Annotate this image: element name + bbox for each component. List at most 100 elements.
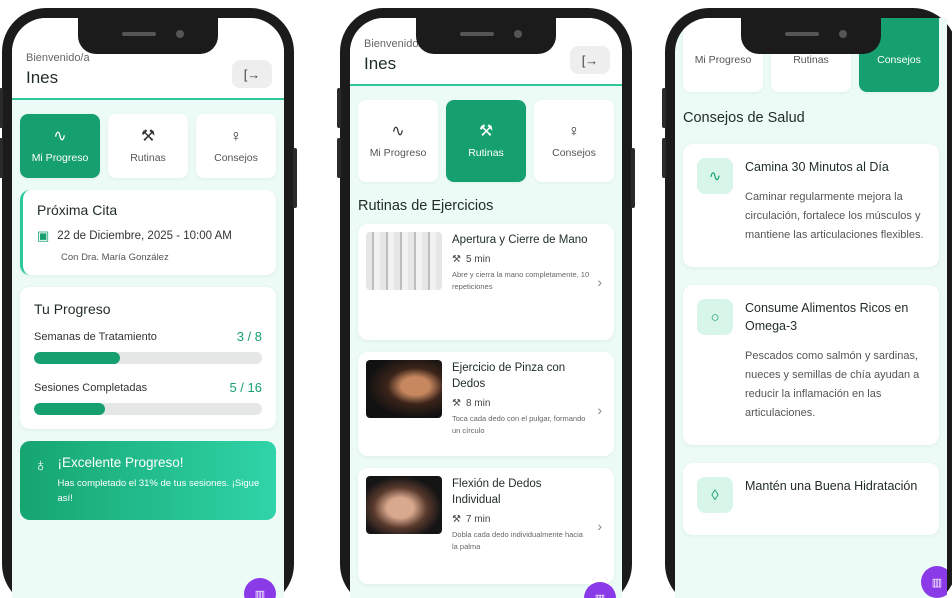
tip-card: ∿ Camina 30 Minutos al Día Caminar regul… — [683, 144, 939, 267]
progress-bar — [34, 403, 262, 415]
dumbbell-icon: ⚒ — [452, 398, 461, 409]
progress-card: Tu Progreso Semanas de Tratamiento 3 / 8… — [20, 287, 276, 429]
routine-description: Abre y cierra la mano completamente, 10 … — [452, 270, 590, 291]
routine-thumbnail — [366, 360, 442, 418]
progress-title: Tu Progreso — [34, 301, 111, 317]
tab-consejos[interactable]: ♀ Consejos — [534, 100, 614, 182]
phone-progress: Bienvenido/a Ines [→ ∿ Mi Progreso ⚒ Rut… — [0, 8, 297, 598]
mockup-stage: Bienvenido/a Ines [→ ∿ Mi Progreso ⚒ Rut… — [0, 0, 952, 598]
routine-duration-row: ⚒ 8 min — [452, 398, 590, 409]
floating-action-button[interactable]: ▥ — [244, 578, 276, 598]
tip-name: Camina 30 Minutos al Día — [745, 160, 889, 174]
section-title: Consejos de Salud — [683, 110, 805, 126]
routine-description: Toca cada dedo con el pulgar, formando u… — [452, 414, 586, 435]
logout-icon: [→ — [243, 66, 261, 82]
tip-description: Caminar regularmente mejora la circulaci… — [745, 191, 924, 241]
activity-icon: ∿ — [391, 123, 405, 140]
map-icon: ▥ — [254, 588, 266, 598]
tab-rutinas[interactable]: ⚒ Rutinas — [446, 100, 526, 182]
tab-label: Rutinas — [130, 152, 166, 164]
chevron-right-icon: › — [597, 274, 602, 290]
tip-card: ◊ Mantén una Buena Hidratación — [683, 463, 939, 535]
phone-notch — [416, 18, 556, 54]
tab-label: Mi Progreso — [31, 152, 89, 164]
tab-consejos[interactable]: ♀ Consejos — [196, 114, 276, 178]
routine-card[interactable]: Apertura y Cierre de Mano ⚒ 5 min Abre y … — [358, 224, 614, 340]
dumbbell-icon: ⚒ — [140, 128, 156, 145]
tab-label: Mi Progreso — [694, 54, 752, 66]
floating-action-button[interactable]: ▥ — [921, 566, 947, 598]
phone-tips: Mi Progreso Rutinas Consejos Consejos de… — [662, 8, 952, 598]
apple-icon: ○ — [697, 299, 733, 335]
tab-label: Consejos — [214, 152, 258, 164]
dumbbell-icon: ⚒ — [478, 123, 494, 140]
routine-duration: 7 min — [465, 514, 491, 525]
tab-bar: ∿ Mi Progreso ⚒ Rutinas ♀ Consejos — [350, 86, 622, 194]
lightbulb-icon: ♀ — [568, 123, 580, 140]
phone-screen: Bienvenido/a Ines [→ ∿ Mi Progreso ⚒ Rut… — [12, 18, 284, 598]
activity-icon: ∿ — [53, 128, 67, 145]
routine-name: Ejercicio de Pinza con Dedos — [452, 362, 566, 390]
droplets-icon: ◊ — [697, 477, 733, 513]
phone-routines: Bienvenido/a Ines [→ ∿ Mi Progreso ⚒ Rut… — [337, 8, 635, 598]
appointment-date: 22 de Diciembre, 2025 - 10:00 AM — [57, 230, 232, 242]
banner-text: Has completado el 31% de tus sesiones. ¡… — [57, 478, 260, 504]
section-title: Rutinas de Ejercicios — [358, 198, 494, 214]
progress-bar-fill — [34, 352, 120, 364]
logout-button[interactable]: [→ — [232, 60, 272, 88]
map-icon: ▥ — [931, 576, 943, 589]
routine-duration-row: ⚒ 7 min — [452, 514, 590, 525]
routine-thumbnail — [366, 232, 442, 290]
tab-label: Consejos — [552, 147, 596, 159]
phone-screen: Mi Progreso Rutinas Consejos Consejos de… — [675, 18, 947, 598]
routine-duration-row: ⚒ 5 min — [452, 254, 590, 265]
logout-icon: [→ — [581, 52, 599, 68]
routine-name: Flexión de Dedos Individual — [452, 478, 542, 506]
tip-name: Mantén una Buena Hidratación — [745, 479, 918, 493]
chevron-right-icon: › — [597, 402, 602, 418]
tab-mi-progreso[interactable]: ∿ Mi Progreso — [20, 114, 100, 178]
dumbbell-icon: ⚒ — [452, 254, 461, 265]
banner-title: ¡Excelente Progreso! — [57, 455, 184, 470]
routine-duration: 8 min — [465, 398, 491, 409]
tip-name: Consume Alimentos Ricos en Omega-3 — [745, 301, 909, 333]
tab-label: Rutinas — [793, 54, 829, 66]
progress-value: 3 / 8 — [236, 329, 262, 344]
logout-button[interactable]: [→ — [570, 46, 610, 74]
award-icon: ♁ — [34, 455, 48, 475]
routine-name: Apertura y Cierre de Mano — [452, 234, 588, 246]
achievement-banner: ♁ ¡Excelente Progreso! Has completado el… — [20, 441, 276, 520]
routine-card[interactable]: Ejercicio de Pinza con Dedos ⚒ 8 min Toca… — [358, 352, 614, 456]
progress-bar-fill — [34, 403, 106, 415]
tab-mi-progreso[interactable]: ∿ Mi Progreso — [358, 100, 438, 182]
phone-screen: Bienvenido/a Ines [→ ∿ Mi Progreso ⚒ Rut… — [350, 18, 622, 598]
tab-bar: ∿ Mi Progreso ⚒ Rutinas ♀ Consejos — [12, 100, 284, 190]
progress-label: Sesiones Completadas — [34, 381, 148, 394]
progress-value: 5 / 16 — [229, 380, 262, 395]
tab-rutinas[interactable]: ⚒ Rutinas — [108, 114, 188, 178]
phone-notch — [78, 18, 218, 54]
tab-label: Mi Progreso — [369, 147, 427, 159]
dumbbell-icon: ⚒ — [452, 514, 461, 525]
progress-row: Sesiones Completadas 5 / 16 — [34, 380, 262, 395]
appointment-card: Próxima Cita ▣ 22 de Diciembre, 2025 - 1… — [20, 190, 276, 275]
routine-thumbnail — [366, 476, 442, 534]
routine-card[interactable]: Flexión de Dedos Individual ⚒ 7 min Dobla… — [358, 468, 614, 584]
progress-row: Semanas de Tratamiento 3 / 8 — [34, 329, 262, 344]
appointment-doctor: Con Dra. María González — [61, 252, 169, 263]
progress-bar — [34, 352, 262, 364]
chevron-right-icon: › — [597, 518, 602, 534]
tip-card: ○ Consume Alimentos Ricos en Omega-3 Pes… — [683, 285, 939, 445]
tab-label: Consejos — [877, 54, 921, 66]
activity-icon: ∿ — [697, 158, 733, 194]
appointment-title: Próxima Cita — [37, 202, 118, 218]
phone-notch — [741, 18, 881, 54]
routine-duration: 5 min — [465, 254, 491, 265]
progress-label: Semanas de Tratamiento — [34, 330, 157, 343]
appointment-date-row: ▣ 22 de Diciembre, 2025 - 10:00 AM — [37, 228, 262, 244]
calendar-icon: ▣ — [37, 228, 50, 243]
tip-description: Pescados como salmón y sardinas, nueces … — [745, 350, 920, 419]
tab-label: Rutinas — [468, 147, 504, 159]
lightbulb-icon: ♀ — [230, 128, 242, 145]
routine-description: Dobla cada dedo individualmente hacia la… — [452, 530, 583, 551]
